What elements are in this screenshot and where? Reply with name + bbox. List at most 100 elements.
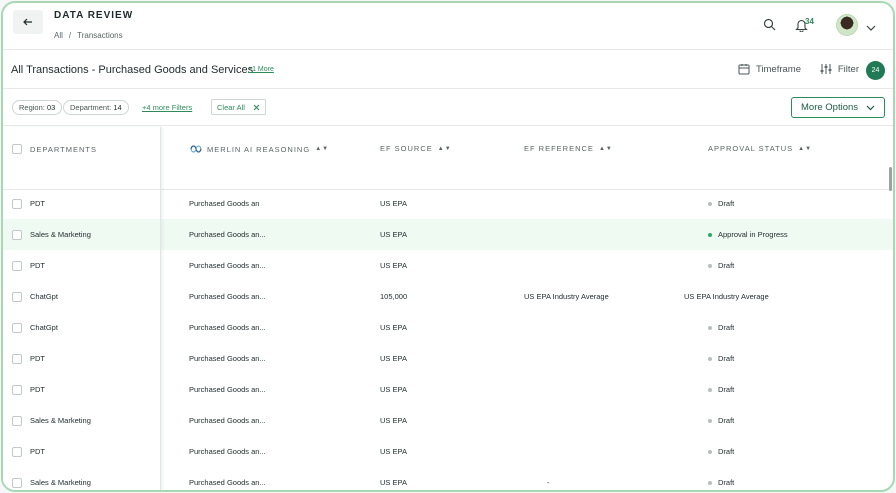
row-checkbox[interactable]: [12, 260, 22, 271]
merlin-reasoning-cell[interactable]: Purchased Goods an...: [189, 312, 266, 343]
ef-source-cell: US EPA: [380, 323, 407, 332]
table-row[interactable]: Sales & Marketing: [3, 467, 160, 490]
row-checkbox[interactable]: [12, 353, 22, 364]
ef-reference-cell: -: [547, 478, 550, 487]
ef-source-cell: US EPA: [380, 447, 407, 456]
department-cell: Sales & Marketing: [12, 219, 91, 250]
ef-source-cell: US EPA: [380, 385, 407, 394]
table-row[interactable]: PDT: [3, 436, 160, 467]
status-dot-icon: [708, 232, 712, 237]
sort-icon[interactable]: ▲▼: [599, 146, 613, 152]
status-dot-icon: [708, 201, 712, 206]
filter-button[interactable]: Filter: [820, 63, 859, 75]
status-value: Draft: [718, 385, 735, 394]
table-row[interactable]: PDT: [3, 250, 160, 281]
merlin-reasoning-cell[interactable]: Purchased Goods an...: [189, 219, 266, 250]
row-checkbox[interactable]: [12, 229, 22, 240]
approval-status-cell: Draft: [708, 312, 734, 343]
status-dot-icon: [708, 356, 712, 361]
merlin-reasoning-cell[interactable]: Purchased Goods an...: [189, 343, 266, 374]
more-views-link[interactable]: +1 More: [248, 66, 274, 73]
ef-source-cell: US EPA: [380, 416, 407, 425]
merlin-reasoning-cell[interactable]: Purchased Goods an...: [189, 250, 266, 281]
department-cell: PDT: [12, 188, 45, 219]
department-cell: PDT: [12, 374, 45, 405]
breadcrumb: All / Transactions: [54, 31, 123, 40]
top-bar: DATA REVIEW All / Transactions 34: [3, 3, 893, 50]
calendar-icon: [738, 64, 750, 75]
status-value: Draft: [718, 261, 735, 270]
more-options-button[interactable]: More Options: [791, 97, 885, 118]
breadcrumb-all[interactable]: All: [54, 31, 63, 40]
department-cell: ChatGpt: [12, 312, 58, 343]
department-value: Sales & Marketing: [30, 416, 91, 425]
timeframe-button[interactable]: Timeframe: [738, 63, 801, 75]
approval-status-cell: Draft: [708, 436, 734, 467]
status-value: US EPA Industry Average: [684, 292, 769, 301]
merlin-reasoning-cell[interactable]: Purchased Goods an...: [189, 281, 266, 312]
sliders-icon: [820, 64, 832, 74]
status-value: Draft: [718, 323, 735, 332]
row-checkbox[interactable]: [12, 477, 22, 488]
row-checkbox[interactable]: [12, 198, 22, 209]
clear-all-button[interactable]: Clear All: [211, 99, 266, 115]
merlin-reasoning-cell[interactable]: Purchased Goods an...: [189, 467, 266, 490]
header-ef-reference[interactable]: EF REFERENCE ▲▼: [524, 144, 613, 153]
select-all-checkbox[interactable]: [12, 144, 22, 154]
department-cell: Sales & Marketing: [12, 405, 91, 436]
region-chip[interactable]: Region: 03: [12, 100, 63, 115]
table-row[interactable]: ChatGpt: [3, 281, 160, 312]
chevron-down-icon: [866, 105, 875, 111]
department-chip[interactable]: Department: 14: [63, 100, 129, 115]
merlin-reasoning-cell[interactable]: Purchased Goods an: [189, 188, 259, 219]
department-value: PDT: [30, 385, 45, 394]
back-button[interactable]: [13, 10, 43, 34]
approval-status-cell: Draft: [708, 250, 734, 281]
row-checkbox[interactable]: [12, 415, 22, 426]
ef-source-cell: US EPA: [380, 199, 407, 208]
merlin-ai-icon: [190, 145, 202, 153]
status-value: Draft: [718, 354, 735, 363]
row-checkbox[interactable]: [12, 384, 22, 395]
status-value: Draft: [718, 416, 735, 425]
search-button[interactable]: [763, 18, 776, 36]
sort-icon[interactable]: ▲▼: [315, 146, 329, 152]
sort-icon[interactable]: ▲▼: [438, 146, 452, 152]
view-title: All Transactions - Purchased Goods and S…: [11, 64, 254, 76]
header-ef-source[interactable]: EF SOURCE ▲▼: [380, 144, 452, 153]
sort-icon[interactable]: ▲▼: [798, 146, 812, 152]
department-value: PDT: [30, 261, 45, 270]
row-checkbox[interactable]: [12, 446, 22, 457]
department-chip-value: 14: [113, 103, 122, 112]
approval-status-cell: Draft: [708, 343, 734, 374]
department-value: PDT: [30, 447, 45, 456]
breadcrumb-separator: /: [68, 31, 72, 40]
department-cell: PDT: [12, 436, 45, 467]
breadcrumb-transactions[interactable]: Transactions: [77, 31, 123, 40]
merlin-reasoning-cell[interactable]: Purchased Goods an...: [189, 374, 266, 405]
department-value: PDT: [30, 199, 45, 208]
department-cell: PDT: [12, 343, 45, 374]
table-row[interactable]: Sales & Marketing: [3, 405, 160, 436]
header-approval-status[interactable]: APPROVAL STATUS ▲▼: [708, 144, 812, 153]
row-checkbox[interactable]: [12, 291, 22, 302]
table-row[interactable]: PDT: [3, 188, 160, 219]
filter-bar: Region: 03 Department: 14 +4 more Filter…: [3, 90, 893, 126]
header-departments-label: DEPARTMENTS: [30, 144, 97, 154]
more-filters-link[interactable]: +4 more Filters: [142, 103, 192, 112]
table-row[interactable]: ChatGpt: [3, 312, 160, 343]
table-row[interactable]: PDT: [3, 374, 160, 405]
ef-source-cell: US EPA: [380, 230, 407, 239]
chevron-down-icon[interactable]: [866, 19, 876, 37]
subheader: All Transactions - Purchased Goods and S…: [3, 51, 893, 89]
header-merlin-ai-reasoning[interactable]: MERLIN AI REASONING ▲▼: [190, 144, 329, 154]
page-title: DATA REVIEW: [54, 10, 134, 21]
vertical-scrollbar[interactable]: [889, 167, 892, 191]
avatar[interactable]: [836, 14, 858, 36]
merlin-reasoning-cell[interactable]: Purchased Goods an...: [189, 405, 266, 436]
row-checkbox[interactable]: [12, 322, 22, 333]
table-row[interactable]: PDT: [3, 343, 160, 374]
table-row[interactable]: Sales & Marketing: [3, 219, 160, 250]
ef-source-cell: US EPA: [380, 261, 407, 270]
merlin-reasoning-cell[interactable]: Purchased Goods an...: [189, 436, 266, 467]
